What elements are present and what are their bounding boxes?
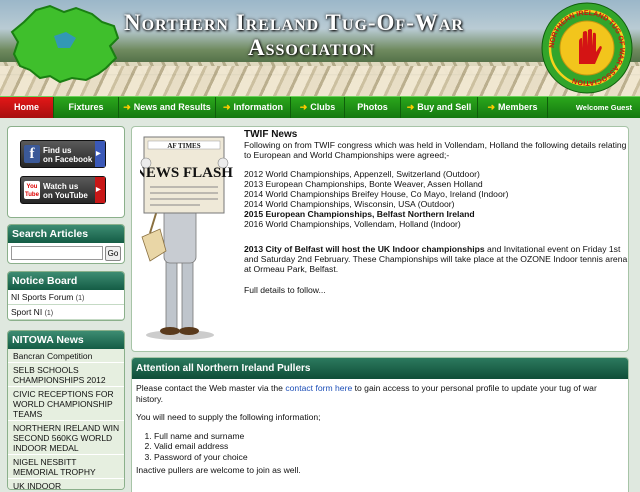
event-item: 2013 European Championships, Bonte Weave…: [244, 179, 483, 189]
notice-heading: Notice Board: [8, 272, 124, 290]
youtube-line1: Watch us: [43, 182, 79, 191]
facebook-line2: on Facebook: [43, 155, 93, 164]
news-item[interactable]: SELB SCHOOLS CHAMPIONSHIPS 2012: [8, 363, 124, 387]
newspaper-headline: NEWS FLASH: [140, 165, 233, 181]
attention-paragraph: You will need to supply the following in…: [136, 412, 321, 422]
arrow-icon: ➜: [123, 102, 131, 112]
main-navigation: Home Fixtures ➜ News and Results ➜ Informa…: [0, 96, 640, 118]
news-item[interactable]: NIGEL NESBITT MEMORIAL TROPHY: [8, 455, 124, 479]
sidebar: f Find uson Facebook You Tube Watch uson…: [7, 126, 125, 490]
site-title-line2: Association: [248, 35, 375, 60]
attention-heading: Attention all Northern Ireland Pullers: [132, 358, 628, 379]
nitowa-news: NITOWA News Bancran Competition SELB SCH…: [7, 330, 125, 490]
facebook-line1: Find us: [43, 146, 72, 155]
arrow-icon: [95, 141, 105, 167]
newspaper-name: AF TIMES: [167, 142, 200, 150]
arrow-icon: ➜: [487, 102, 496, 112]
requirement-item: Valid email address: [154, 441, 624, 452]
event-item: 2014 World Championships Breifey House, …: [244, 189, 509, 199]
nav-members[interactable]: ➜ Members: [478, 97, 548, 118]
news-item[interactable]: CIVIC RECEPTIONS FOR WORLD CHAMPIONSHIP …: [8, 387, 124, 421]
article-content: TWIF News Following on from TWIF congres…: [244, 129, 628, 296]
arrow-icon: [95, 177, 105, 203]
site-title-line1: Northern Ireland Tug-Of-War: [124, 10, 464, 35]
event-item: 2012 World Championships, Appenzell, Swi…: [244, 169, 480, 179]
attention-panel: Attention all Northern Ireland Pullers P…: [131, 357, 629, 492]
nav-clubs[interactable]: ➜ Clubs: [291, 97, 345, 118]
event-item: 2014 World Championships, Wisconsin, USA…: [244, 199, 455, 209]
news-heading: NITOWA News: [8, 331, 124, 349]
article-title: TWIF News: [244, 129, 298, 140]
attention-paragraph: Please contact the Web master via the co…: [136, 383, 597, 404]
welcome-text: Welcome Guest: [575, 103, 632, 112]
nav-home[interactable]: Home: [0, 97, 54, 118]
contact-form-link[interactable]: contact form here: [285, 383, 352, 393]
event-item-highlight: 2015 European Championships, Belfast Nor…: [244, 209, 475, 219]
news-flash-figure-image: AF TIMES NEWS FLASH: [140, 136, 233, 340]
youtube-line2: on YouTube: [43, 191, 88, 200]
notice-item[interactable]: NI Sports Forum (1): [8, 290, 124, 305]
news-item[interactable]: UK INDOOR CHAMPIONSHIPS: [8, 479, 124, 489]
youtube-icon: You Tube: [24, 181, 40, 199]
requirement-item: Full name and surname: [154, 431, 624, 442]
twif-news-article: AF TIMES NEWS FLASH TWIF News Following …: [131, 126, 629, 352]
arrow-icon: ➜: [406, 102, 415, 112]
requirements-list: Full name and surname Valid email addres…: [154, 431, 624, 463]
association-badge-logo: NORTHERN IRELAND TUG OF WAR ASSOCIATION: [541, 2, 633, 94]
site-header: Northern Ireland Tug-Of-War Association …: [0, 0, 640, 96]
news-item[interactable]: Bancran Competition: [8, 349, 124, 363]
nav-news-results[interactable]: ➜ News and Results: [119, 97, 216, 118]
facebook-icon: f: [24, 145, 40, 163]
attention-body: Please contact the Web master via the co…: [132, 379, 628, 480]
event-item: 2016 World Championships, Vollendam, Hol…: [244, 219, 461, 229]
arrow-icon: ➜: [299, 102, 308, 112]
nav-information[interactable]: ➜ Information: [216, 97, 291, 118]
search-go-button[interactable]: Go: [105, 246, 121, 261]
attention-note: Inactive pullers are welcome to join as …: [136, 465, 301, 475]
requirement-item: Password of your choice: [154, 452, 624, 463]
article-intro: Following on from TWIF congress which wa…: [244, 140, 627, 160]
nav-buy-sell[interactable]: ➜ Buy and Sell: [401, 97, 478, 118]
article-paragraph: 2013 City of Belfast will host the UK In…: [244, 244, 628, 274]
notice-item[interactable]: Sport NI (1): [8, 305, 124, 320]
northern-ireland-map-logo[interactable]: [6, 2, 126, 86]
events-list: 2012 World Championships, Appenzell, Swi…: [244, 169, 628, 229]
search-box: Search Articles Go: [7, 224, 125, 264]
notice-board: Notice Board NI Sports Forum (1) Sport N…: [7, 271, 125, 321]
arrow-icon: ➜: [222, 102, 231, 112]
news-item[interactable]: NORTHERN IRELAND WIN SECOND 560KG WORLD …: [8, 421, 124, 455]
search-input[interactable]: [11, 246, 103, 260]
facebook-button[interactable]: f Find us on Facebook: [20, 140, 106, 168]
nav-fixtures[interactable]: Fixtures: [54, 97, 119, 118]
article-footer-text: Full details to follow...: [244, 285, 326, 295]
youtube-button[interactable]: You Tube Watch us on YouTube: [20, 176, 106, 204]
nav-photos[interactable]: Photos: [345, 97, 401, 118]
search-heading: Search Articles: [8, 225, 124, 243]
social-links-box: f Find uson Facebook You Tube Watch uson…: [7, 126, 125, 218]
